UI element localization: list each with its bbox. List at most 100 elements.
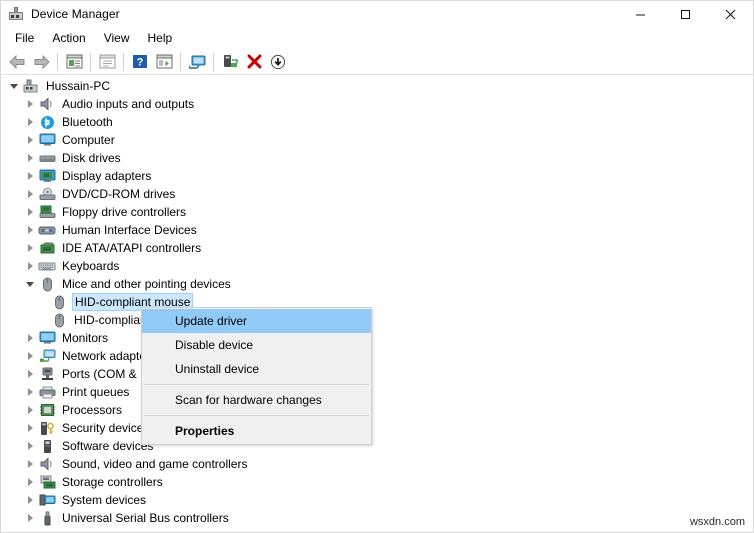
tree-item-label: Mice and other pointing devices	[62, 277, 231, 291]
tree-item-hid-compliant-mouse-2[interactable]: HID-compliant mouse	[2, 311, 752, 329]
tree-item-software-devices[interactable]: Software devices	[2, 437, 752, 455]
tree-item-universal-serial-bus-controllers[interactable]: Universal Serial Bus controllers	[2, 509, 752, 527]
chevron-right-icon[interactable]	[22, 221, 38, 239]
chevron-right-icon[interactable]	[22, 383, 38, 401]
properties-icon[interactable]	[62, 50, 86, 74]
tree-item-keyboards[interactable]: Keyboards	[2, 257, 752, 275]
update-driver-icon[interactable]	[266, 50, 290, 74]
tree-item-monitors[interactable]: Monitors	[2, 329, 752, 347]
chevron-right-icon[interactable]	[22, 509, 38, 527]
menu-item-file[interactable]: File	[6, 28, 43, 48]
speaker-icon	[38, 456, 56, 472]
context-menu-item-properties[interactable]: Properties	[142, 419, 371, 443]
hid-icon	[38, 222, 56, 238]
chevron-right-icon[interactable]	[22, 473, 38, 491]
chevron-right-icon[interactable]	[22, 167, 38, 185]
tree-item-ports-com-and-lpt[interactable]: Ports (COM & LPT)	[2, 365, 752, 383]
chevron-right-icon[interactable]	[22, 419, 38, 437]
chevron-down-icon[interactable]	[6, 77, 22, 95]
security-icon	[38, 420, 56, 436]
toolbar-separator	[180, 52, 181, 71]
mouse-icon	[50, 312, 68, 328]
speaker-icon	[38, 96, 56, 112]
chevron-right-icon[interactable]	[22, 455, 38, 473]
display-adapter-icon	[38, 168, 56, 184]
help-icon[interactable]	[95, 50, 119, 74]
computer-icon	[7, 5, 25, 23]
chevron-right-icon[interactable]	[22, 113, 38, 131]
tree-item-label: IDE ATA/ATAPI controllers	[62, 241, 202, 255]
scan-hardware-changes-icon[interactable]	[218, 50, 242, 74]
device-manager-window: Device Manager File Action View Help ? H…	[0, 0, 754, 533]
question-icon[interactable]: ?	[128, 50, 152, 74]
tree-item-human-interface-devices[interactable]: Human Interface Devices	[2, 221, 752, 239]
tree-item-bluetooth[interactable]: Bluetooth	[2, 113, 752, 131]
chevron-right-icon[interactable]	[22, 185, 38, 203]
tree-item-label: Keyboards	[62, 259, 120, 273]
menu-item-action[interactable]: Action	[43, 28, 94, 48]
port-icon	[38, 366, 56, 382]
toolbar-separator	[90, 52, 91, 71]
menu-item-help[interactable]: Help	[139, 28, 182, 48]
tree-item-display-adapters[interactable]: Display adapters	[2, 167, 752, 185]
uninstall-device-icon[interactable]	[242, 50, 266, 74]
back-icon[interactable]	[5, 50, 29, 74]
tree-item-print-queues[interactable]: Print queues	[2, 383, 752, 401]
tree-item-label: Computer	[62, 133, 115, 147]
context-menu[interactable]: Update driver Disable device Uninstall d…	[141, 307, 372, 445]
toolbar-separator	[213, 52, 214, 71]
tree-item-storage-controllers[interactable]: Storage controllers	[2, 473, 752, 491]
tree-item-ide-ata-atapi-controllers[interactable]: IDE ATA/ATAPI controllers	[2, 239, 752, 257]
chevron-right-icon[interactable]	[22, 149, 38, 167]
tree-item-dvd-cd-rom-drives[interactable]: DVD/CD-ROM drives	[2, 185, 752, 203]
context-menu-item-scan-for-hardware-changes[interactable]: Scan for hardware changes	[142, 388, 371, 412]
dvd-icon	[38, 186, 56, 202]
chevron-right-icon[interactable]	[22, 329, 38, 347]
device-tree[interactable]: Hussain-PC Audio inputs and outputs Blue…	[2, 77, 752, 532]
chevron-right-icon[interactable]	[22, 491, 38, 509]
software-device-icon	[38, 438, 56, 454]
computer-icon	[22, 78, 40, 94]
chevron-right-icon[interactable]	[22, 365, 38, 383]
menu-item-view[interactable]: View	[95, 28, 139, 48]
tree-item-floppy-drive-controllers[interactable]: Floppy drive controllers	[2, 203, 752, 221]
close-icon[interactable]	[708, 1, 753, 27]
chevron-right-icon[interactable]	[22, 257, 38, 275]
tree-item-computer[interactable]: Computer	[2, 131, 752, 149]
tree-item-processors[interactable]: Processors	[2, 401, 752, 419]
maximize-icon[interactable]	[663, 1, 708, 27]
tree-item-hid-compliant-mouse-1[interactable]: HID-compliant mouse	[2, 293, 752, 311]
chevron-right-icon[interactable]	[22, 95, 38, 113]
forward-icon[interactable]	[29, 50, 53, 74]
watermark: wsxdn.com	[689, 516, 745, 528]
tree-item-label: Print queues	[62, 385, 130, 399]
disk-icon	[38, 150, 56, 166]
chevron-right-icon[interactable]	[22, 437, 38, 455]
context-menu-item-uninstall-device[interactable]: Uninstall device	[142, 357, 371, 381]
tree-item-security-devices[interactable]: Security devices	[2, 419, 752, 437]
chevron-right-icon[interactable]	[22, 239, 38, 257]
tree-item-root[interactable]: Hussain-PC	[2, 77, 752, 95]
update-display-icon[interactable]	[185, 50, 209, 74]
tree-item-audio-inputs-and-outputs[interactable]: Audio inputs and outputs	[2, 95, 752, 113]
keyboard-icon	[38, 258, 56, 274]
floppy-controller-icon	[38, 204, 56, 220]
chevron-right-icon[interactable]	[22, 401, 38, 419]
tree-item-label: Universal Serial Bus controllers	[62, 511, 229, 525]
show-hidden-devices-icon[interactable]	[152, 50, 176, 74]
chevron-right-icon[interactable]	[22, 347, 38, 365]
tree-item-network-adapters[interactable]: Network adapters	[2, 347, 752, 365]
title-bar: Device Manager	[1, 1, 753, 27]
tree-item-system-devices[interactable]: System devices	[2, 491, 752, 509]
minimize-icon[interactable]	[618, 1, 663, 27]
tree-item-disk-drives[interactable]: Disk drives	[2, 149, 752, 167]
chevron-right-icon[interactable]	[22, 203, 38, 221]
chevron-right-icon[interactable]	[22, 131, 38, 149]
tree-item-sound-video-and-game-controllers[interactable]: Sound, video and game controllers	[2, 455, 752, 473]
chevron-down-icon[interactable]	[22, 275, 38, 293]
svg-text:?: ?	[137, 57, 144, 69]
context-menu-item-update-driver[interactable]: Update driver	[142, 309, 371, 333]
tree-item-mice-and-other-pointing-devices[interactable]: Mice and other pointing devices	[2, 275, 752, 293]
context-menu-item-disable-device[interactable]: Disable device	[142, 333, 371, 357]
bluetooth-icon	[38, 114, 56, 130]
